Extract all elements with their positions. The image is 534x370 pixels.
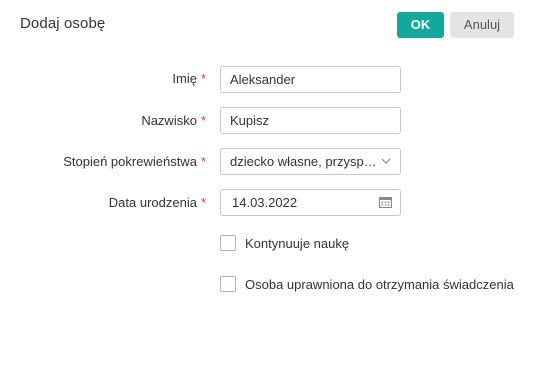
- relationship-select[interactable]: dziecko własne, przysposobione: [220, 148, 401, 175]
- required-marker: *: [200, 195, 206, 210]
- ok-button[interactable]: OK: [397, 12, 444, 38]
- continues-education-checkbox[interactable]: [220, 235, 236, 251]
- last-name-field[interactable]: Kupisz: [220, 107, 401, 134]
- last-name-label: Nazwisko *: [141, 113, 206, 128]
- required-marker: *: [200, 113, 206, 128]
- first-name-label: Imię *: [172, 71, 206, 86]
- relationship-label-text: Stopień pokrewieństwa: [63, 154, 197, 169]
- birth-date-field[interactable]: 14.03.2022: [220, 189, 401, 216]
- birth-date-label: Data urodzenia *: [109, 195, 206, 210]
- relationship-value: dziecko własne, przysposobione: [230, 154, 378, 169]
- add-person-dialog: Dodaj osobę OK Anuluj Imię * Aleksander N…: [0, 0, 534, 370]
- benefit-eligible-checkbox[interactable]: [220, 276, 236, 292]
- dialog-header: Dodaj osobę OK Anuluj: [0, 0, 534, 50]
- last-name-label-text: Nazwisko: [141, 113, 197, 128]
- continues-education-label[interactable]: Kontynuuje naukę: [245, 236, 349, 251]
- birth-date-value: 14.03.2022: [232, 195, 298, 210]
- required-marker: *: [200, 71, 206, 86]
- first-name-value: Aleksander: [230, 72, 296, 87]
- required-marker: *: [200, 154, 206, 169]
- chevron-down-icon[interactable]: [381, 157, 391, 165]
- first-name-label-text: Imię: [172, 71, 197, 86]
- benefit-eligible-label[interactable]: Osoba uprawniona do otrzymania świadczen…: [245, 277, 514, 292]
- last-name-value: Kupisz: [230, 113, 270, 128]
- cancel-button[interactable]: Anuluj: [450, 12, 514, 38]
- calendar-icon[interactable]: [379, 196, 392, 208]
- first-name-field[interactable]: Aleksander: [220, 66, 401, 93]
- birth-date-label-text: Data urodzenia: [108, 195, 197, 210]
- relationship-label: Stopień pokrewieństwa *: [63, 154, 206, 169]
- dialog-title: Dodaj osobę: [20, 15, 106, 32]
